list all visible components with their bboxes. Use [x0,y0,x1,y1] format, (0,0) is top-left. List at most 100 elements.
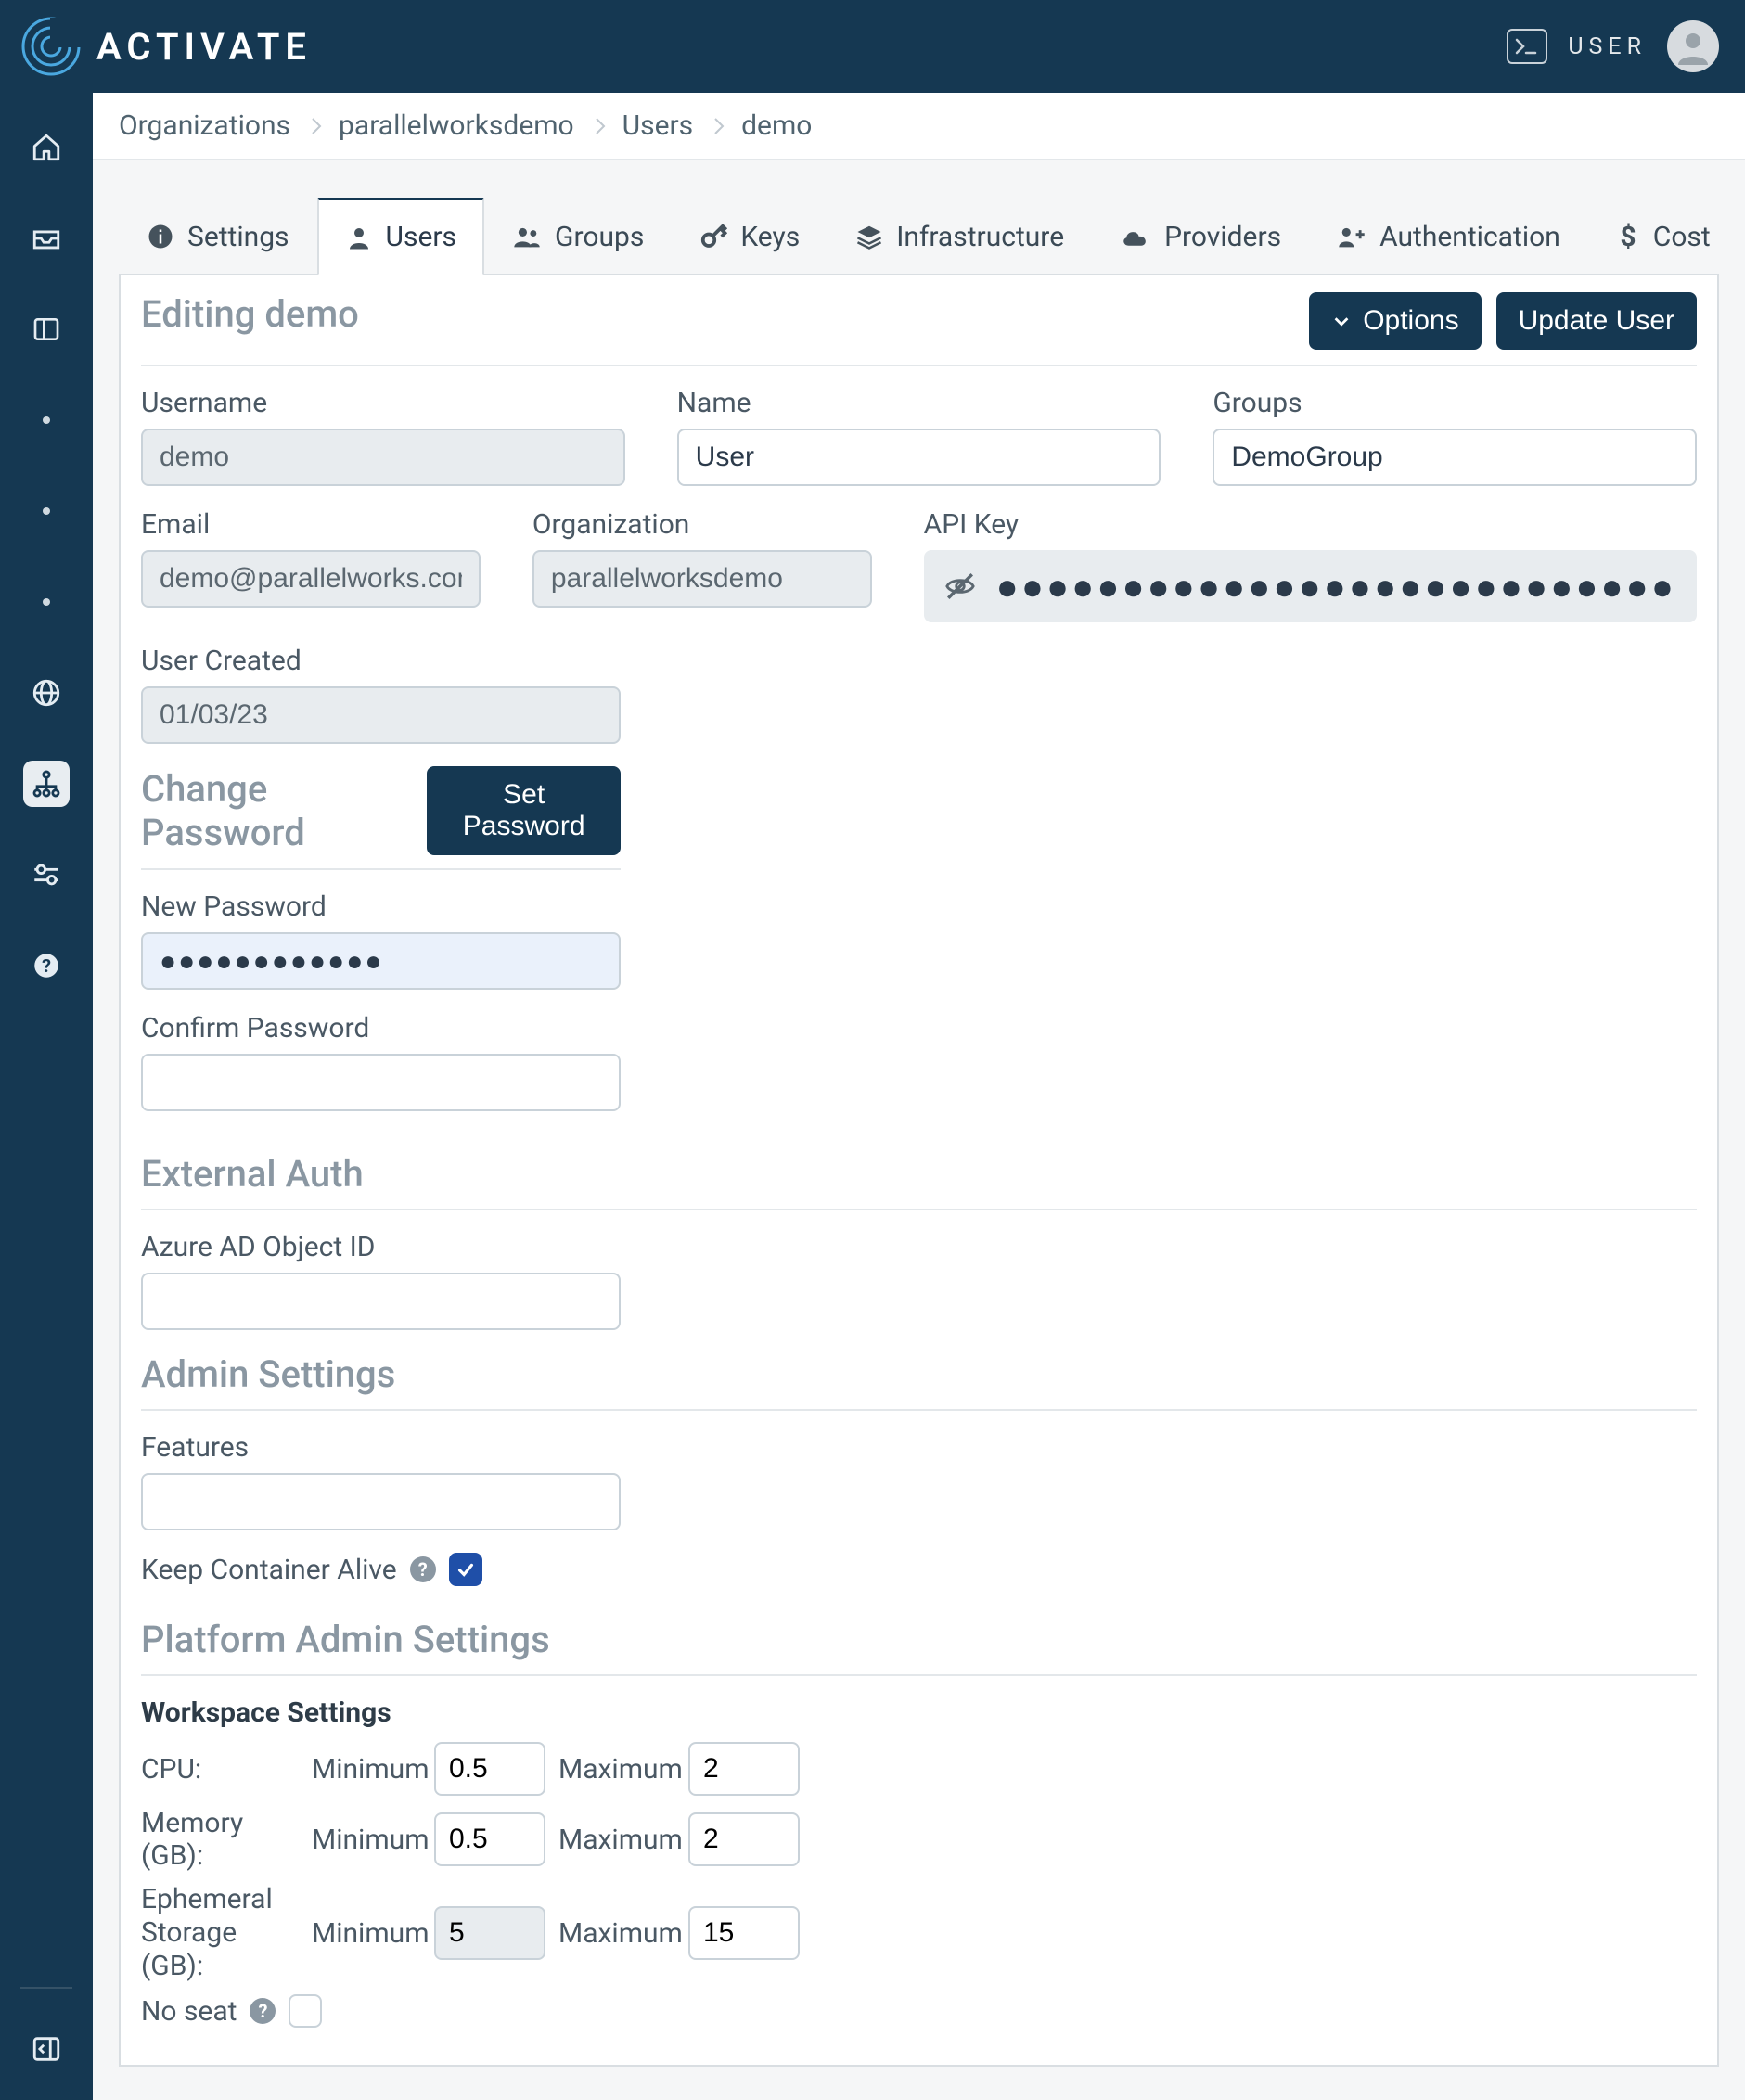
created-field [141,686,621,744]
sidebar-globe[interactable] [23,670,70,716]
sidebar-item-dot-3[interactable] [23,579,70,625]
workspace-settings-title: Workspace Settings [141,1697,1697,1729]
sidebar: ? [0,93,93,2100]
organization-label: Organization [532,508,872,541]
tab-label: Groups [555,221,644,253]
dot-icon [43,507,50,515]
name-field[interactable] [677,429,1161,486]
eye-off-icon[interactable] [944,570,976,602]
dot-icon [43,598,50,606]
tab-label: Cost [1653,221,1711,253]
sidebar-panels[interactable] [23,306,70,352]
sidebar-help[interactable]: ? [23,942,70,989]
tab-keys[interactable]: Keys [672,198,828,274]
collapse-icon [31,2033,62,2065]
apikey-label: API Key [924,508,1697,541]
panels-icon [32,314,61,344]
options-label: Options [1363,305,1458,337]
home-icon [31,132,62,163]
dollar-icon: $ [1616,223,1640,250]
ws-min-label: Minimum [312,1917,423,1950]
username-label: Username [141,387,625,419]
tab-groups[interactable]: Groups [484,198,672,274]
breadcrumb-item[interactable]: parallelworksdemo [326,106,591,146]
cpu-max-input[interactable] [688,1742,800,1796]
key-icon [699,223,727,250]
keep-container-label: Keep Container Alive [141,1554,397,1586]
eph-max-input[interactable] [688,1906,800,1960]
cpu-min-input[interactable] [434,1742,545,1796]
sidebar-home[interactable] [23,124,70,171]
brand-logo-icon [19,14,83,79]
chevron-down-icon [1331,311,1352,331]
breadcrumb-item[interactable]: Organizations [113,106,307,146]
globe-icon [31,677,62,709]
sidebar-inbox[interactable] [23,215,70,262]
sidebar-org[interactable] [23,761,70,807]
features-field[interactable] [141,1473,621,1530]
features-label: Features [141,1431,621,1464]
mem-max-input[interactable] [688,1812,800,1866]
email-label: Email [141,508,481,541]
tab-label: Users [386,221,457,253]
new-password-value: ●●●●●●●●●●●● [160,945,383,978]
external-auth-heading: External Auth [141,1152,1697,1209]
no-seat-label: No seat [141,1995,237,2028]
page: Organizations parallelworksdemo Users de… [93,93,1745,2100]
svg-text:?: ? [42,955,51,977]
tab-authentication[interactable]: Authentication [1309,198,1588,274]
no-seat-checkbox[interactable] [289,1994,322,2028]
avatar[interactable] [1667,20,1719,72]
tab-label: Settings [187,221,289,253]
auth-icon [1337,223,1366,250]
tab-users[interactable]: Users [317,198,485,275]
ws-max-label: Maximum [558,1753,677,1786]
admin-settings-heading: Admin Settings [141,1352,1697,1409]
tab-cost[interactable]: $ Cost [1588,198,1739,274]
tab-label: Keys [740,221,800,253]
azure-object-id-field[interactable] [141,1273,621,1330]
groups-field[interactable] [1213,429,1697,486]
eph-min-input [434,1906,545,1960]
topbar: ACTIVATE USER [0,0,1745,93]
tab-settings[interactable]: Settings [119,198,317,274]
tab-providers[interactable]: Providers [1092,198,1309,274]
set-password-button[interactable]: Set Password [427,766,621,855]
tab-webhooks[interactable]: Webhooks [1739,198,1745,274]
breadcrumb-item[interactable]: demo [728,106,828,146]
confirm-password-field[interactable] [141,1054,621,1111]
update-label: Update User [1519,305,1674,337]
update-user-button[interactable]: Update User [1496,292,1697,350]
layers-icon [855,223,883,250]
ws-min-label: Minimum [312,1753,423,1786]
options-button[interactable]: Options [1309,292,1481,350]
tabs: Settings Users Groups Keys Infrastructur… [119,198,1719,275]
breadcrumb-item[interactable]: Users [609,106,711,146]
new-password-field[interactable]: ●●●●●●●●●●●● [141,932,621,990]
tab-label: Infrastructure [896,221,1064,253]
inbox-icon [31,223,62,254]
sidebar-settings[interactable] [23,852,70,898]
keep-container-checkbox[interactable] [449,1553,482,1586]
help-icon[interactable]: ? [250,1998,276,2024]
cloud-icon [1120,223,1151,250]
azure-label: Azure AD Object ID [141,1231,621,1263]
new-password-label: New Password [141,890,621,923]
tab-infrastructure[interactable]: Infrastructure [828,198,1092,274]
ws-max-label: Maximum [558,1824,677,1856]
help-icon[interactable]: ? [410,1556,436,1582]
name-label: Name [677,387,1161,419]
help-circle-icon: ? [31,950,62,981]
chevron-right-icon [710,115,728,137]
dot-icon [43,416,50,424]
brand[interactable]: ACTIVATE [19,14,312,79]
mem-min-input[interactable] [434,1812,545,1866]
ws-min-label: Minimum [312,1824,423,1856]
ws-eph-label: Ephemeral Storage (GB): [141,1883,301,1983]
terminal-button[interactable] [1507,29,1547,64]
ws-cpu-label: CPU: [141,1753,301,1786]
sidebar-item-dot-2[interactable] [23,488,70,534]
sidebar-collapse[interactable] [31,2033,62,2065]
sidebar-item-dot-1[interactable] [23,397,70,443]
email-field [141,550,481,608]
